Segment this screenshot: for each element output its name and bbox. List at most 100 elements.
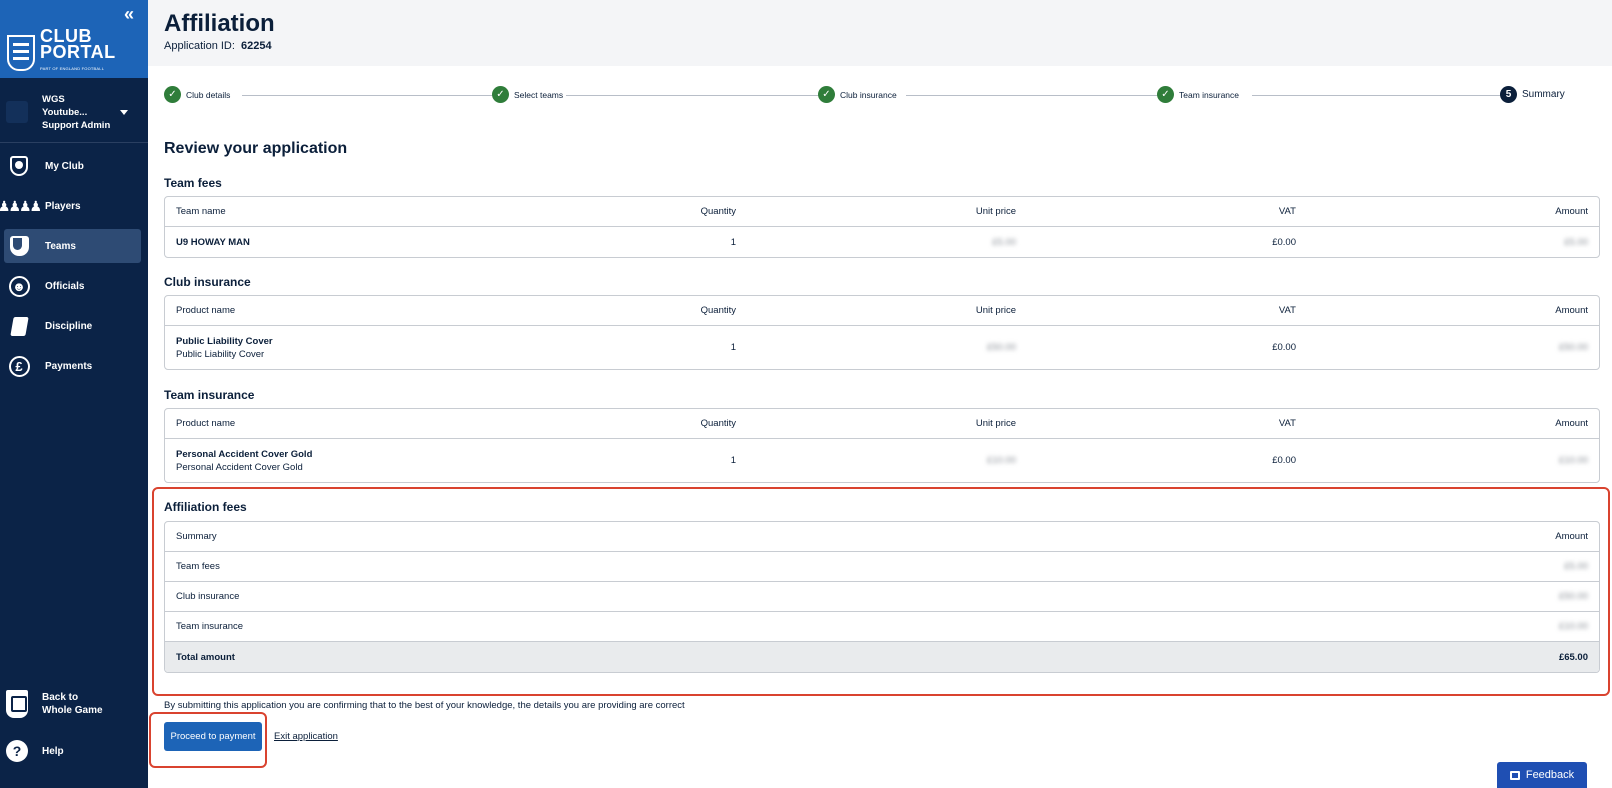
quantity: 1 [730,236,736,248]
step-club-details[interactable]: ✓ Club details [164,86,230,103]
sidebar-item-officials[interactable]: ☻ Officials [4,269,141,303]
sidebar-bottom: Back to Whole Game ? Help [6,690,144,784]
sidebar-header: « CLUB PORTAL PART OF ENGLAND FOOTBALL [0,0,148,78]
sidebar-item-my-club[interactable]: My Club [4,149,141,183]
officials-icon: ☻ [8,275,30,297]
avatar [6,101,28,123]
account-name: WGS Youtube... [42,93,88,118]
logo-subtitle: PART OF ENGLAND FOOTBALL [40,66,105,71]
help-link[interactable]: ? Help [6,740,144,762]
column-header: Amount [1555,418,1588,429]
sidebar-item-label: Discipline [45,320,93,332]
quantity: 1 [730,342,736,353]
sidebar-item-label: Payments [45,360,93,372]
sidebar-item-players[interactable]: ♟♟♟♟ Players [0,189,141,223]
exit-application-link[interactable]: Exit application [274,731,338,742]
back-to-whole-game-label: Back to Whole Game [42,692,103,716]
column-header: Amount [1555,206,1588,217]
column-header: VAT [1278,206,1296,217]
team-shield-icon [8,235,30,257]
column-header: Product name [176,305,236,316]
unit-price: £10.00 [986,455,1016,466]
product-name: Personal Accident Cover Gold [176,448,313,460]
team-insurance-table: Product name Quantity Unit price VAT Amo… [164,408,1600,483]
feedback-icon [1509,770,1520,780]
check-icon: ✓ [818,86,835,103]
step-club-insurance[interactable]: ✓ Club insurance [818,86,897,103]
amount: £5.00 [1564,236,1588,248]
feedback-button[interactable]: Feedback [1497,762,1587,788]
account-switcher[interactable]: WGS Youtube... Support Admin [6,92,144,132]
application-id-label: Application ID: [164,40,235,52]
page-header: Affiliation Application ID: 62254 [148,0,1612,66]
column-header: Team name [176,206,226,217]
column-header: Product name [176,418,236,429]
step-connector [566,95,820,96]
sidebar-item-label: My Club [45,160,84,172]
application-id-value: 62254 [241,40,272,52]
table-row: Personal Accident Cover Gold Personal Ac… [165,439,1599,482]
step-label: Club insurance [840,89,897,100]
affiliation-fees-highlight [152,487,1610,696]
club-portal-logo[interactable]: CLUB PORTAL PART OF ENGLAND FOOTBALL [7,27,116,77]
proceed-button-highlight [149,712,267,768]
team-insurance-title: Team insurance [164,388,255,402]
progress-stepper: ✓ Club details ✓ Select teams ✓ Club ins… [164,86,1608,106]
sidebar-item-teams[interactable]: Teams [4,229,141,263]
page-title: Affiliation [164,10,275,37]
feedback-label: Feedback [1525,769,1575,781]
chevron-down-icon[interactable] [120,109,128,115]
table-header: Product name Quantity Unit price VAT Amo… [165,409,1599,439]
column-header: Quantity [700,206,736,217]
quantity: 1 [730,455,736,466]
team-name: U9 HOWAY MAN [176,236,250,248]
sidebar-item-label: Players [45,200,81,212]
step-label: Summary [1522,89,1565,100]
check-icon: ✓ [492,86,509,103]
vat: £0.00 [1272,236,1296,248]
whole-game-crest-icon [6,690,28,718]
back-to-whole-game-link[interactable]: Back to Whole Game [6,690,144,718]
account-role: Support Admin [42,119,111,131]
table-row: Public Liability Cover Public Liability … [165,326,1599,369]
sidebar-divider [0,142,148,143]
help-icon: ? [6,740,28,762]
players-icon: ♟♟♟♟ [0,197,42,214]
england-crest-icon [7,34,35,71]
collapse-sidebar-icon[interactable]: « [124,4,134,25]
help-label: Help [42,745,64,757]
sidebar-item-payments[interactable]: £ Payments [4,349,141,383]
sidebar-item-discipline[interactable]: Discipline [4,309,141,343]
step-connector [1252,95,1510,96]
step-connector [242,95,494,96]
club-shield-icon [8,155,30,177]
column-header: VAT [1278,418,1296,429]
confirmation-text: By submitting this application you are c… [164,700,685,711]
unit-price: £5.00 [992,236,1016,248]
check-icon: ✓ [164,86,181,103]
amount: £10.00 [1558,455,1588,466]
column-header: Unit price [975,418,1016,429]
column-header: Quantity [700,305,736,316]
check-icon: ✓ [1157,86,1174,103]
column-header: Unit price [975,305,1016,316]
review-title: Review your application [164,140,348,157]
step-connector [906,95,1160,96]
column-header: Unit price [975,206,1016,217]
column-header: VAT [1278,305,1296,316]
main-content: Affiliation Application ID: 62254 ✓ Club… [148,0,1612,788]
step-team-insurance[interactable]: ✓ Team insurance [1157,86,1239,103]
column-header: Quantity [700,418,736,429]
amount: £50.00 [1558,342,1588,353]
vat: £0.00 [1272,455,1296,466]
column-header: Amount [1555,305,1588,316]
table-row: U9 HOWAY MAN 1 £5.00 £0.00 £5.00 [165,227,1599,257]
step-label: Club details [186,89,231,100]
step-label: Team insurance [1179,89,1240,100]
club-insurance-title: Club insurance [164,275,251,289]
sidebar: « CLUB PORTAL PART OF ENGLAND FOOTBALL W… [0,0,148,788]
application-id: Application ID: 62254 [164,40,1612,52]
step-select-teams[interactable]: ✓ Select teams [492,86,563,103]
step-summary[interactable]: 5 Summary [1500,86,1565,103]
step-number: 5 [1500,86,1517,103]
